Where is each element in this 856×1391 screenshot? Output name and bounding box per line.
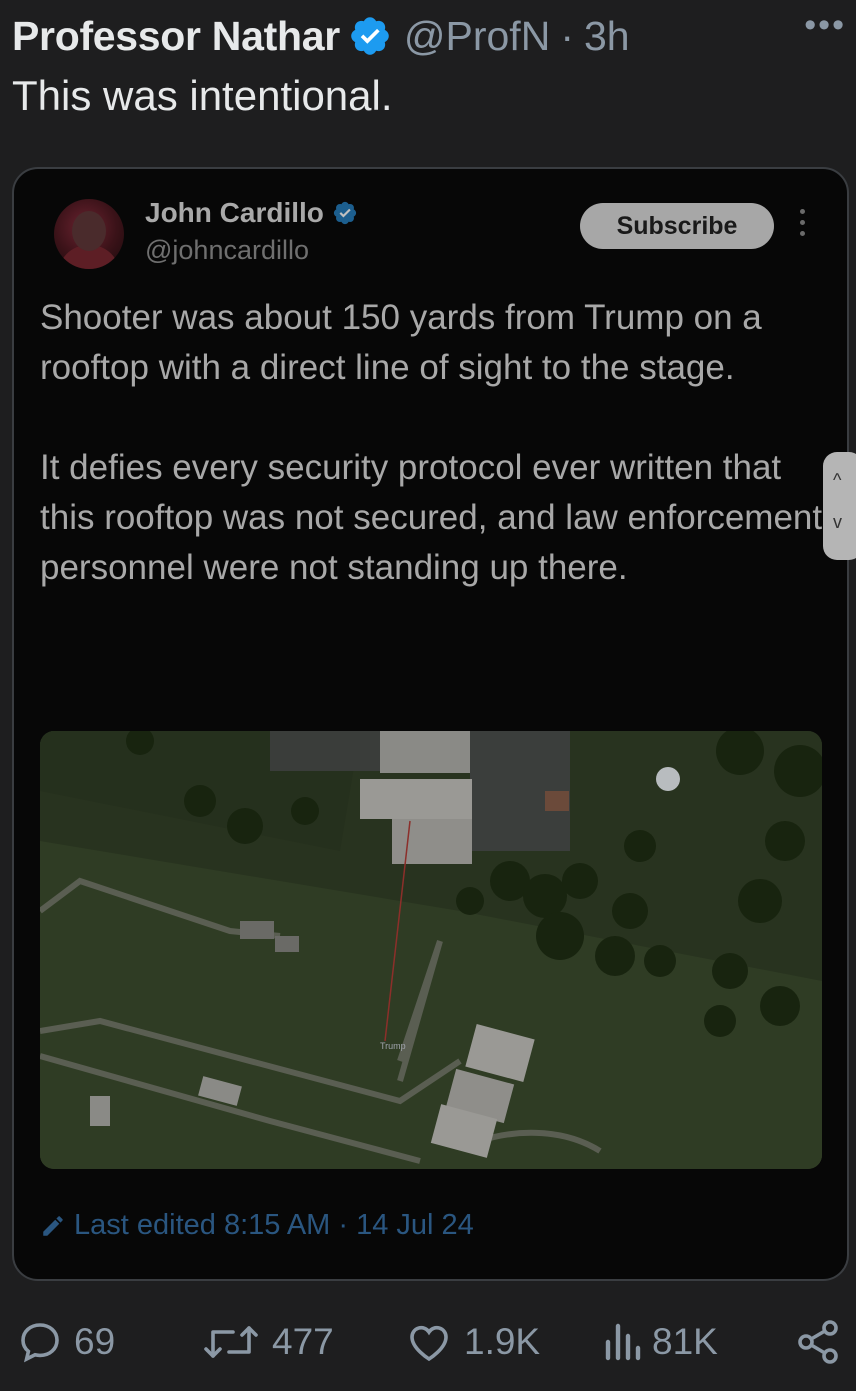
post-text: This was intentional. [12, 72, 393, 119]
scroll-down-icon[interactable]: v [833, 512, 842, 533]
edited-indicator[interactable]: Last edited 8:15 AM · 14 Jul 24 [40, 1209, 474, 1242]
author-handle[interactable]: @ProfN [404, 13, 550, 60]
reply-icon [21, 1323, 59, 1363]
quoted-paragraph: Shooter was about 150 yards from Trump o… [40, 298, 762, 387]
share-button[interactable] [794, 1318, 852, 1366]
repost-button[interactable]: 477 [200, 1318, 334, 1366]
pencil-icon [43, 1215, 63, 1236]
quoted-tweet-text: Shooter was about 150 yards from Trump o… [40, 293, 830, 643]
share-icon [798, 1320, 838, 1364]
repost-count: 477 [272, 1321, 334, 1362]
like-button[interactable]: 1.9K [404, 1318, 540, 1366]
reply-button[interactable]: 69 [16, 1318, 115, 1366]
scroll-handle[interactable]: ^ v [823, 452, 856, 560]
post-time[interactable]: 3h [584, 13, 630, 60]
subscribe-button[interactable]: Subscribe [580, 203, 774, 249]
verified-badge-icon [333, 201, 357, 225]
quoted-tweet-card[interactable]: John Cardillo @johncardillo Subscribe Sh… [12, 167, 849, 1281]
quoted-author-avatar[interactable] [54, 199, 124, 269]
like-count: 1.9K [464, 1321, 541, 1362]
heart-icon [410, 1325, 448, 1362]
author-name[interactable]: Professor Nathar [12, 13, 340, 60]
map-label-trump: Trump [380, 1041, 406, 1051]
views-button[interactable]: 81K [602, 1318, 718, 1366]
quoted-paragraph: It defies every security protocol ever w… [40, 448, 823, 587]
quoted-author-name[interactable]: John Cardillo [145, 197, 324, 229]
scroll-up-icon[interactable]: ^ [833, 470, 841, 491]
aerial-map-image[interactable]: Trump [40, 731, 822, 1169]
more-options-icon[interactable]: ••• [804, 6, 846, 45]
aerial-map-graphic: Trump [40, 731, 822, 1169]
quoted-more-icon[interactable] [800, 209, 806, 239]
verified-badge-icon [351, 17, 389, 55]
quoted-author-handle[interactable]: @johncardillo [145, 235, 309, 266]
views-icon [605, 1323, 641, 1361]
views-count: 81K [652, 1321, 718, 1362]
reply-count: 69 [74, 1321, 116, 1362]
tweet-header: Professor Nathar @ProfN · 3h [12, 8, 846, 64]
action-bar: 69 477 1.9K 81K [0, 1318, 856, 1380]
repost-icon [204, 1326, 258, 1358]
quoted-author-name-row: John Cardillo [145, 197, 358, 229]
separator-dot: · [560, 12, 574, 59]
edited-text: Last edited 8:15 AM · 14 Jul 24 [74, 1209, 474, 1241]
